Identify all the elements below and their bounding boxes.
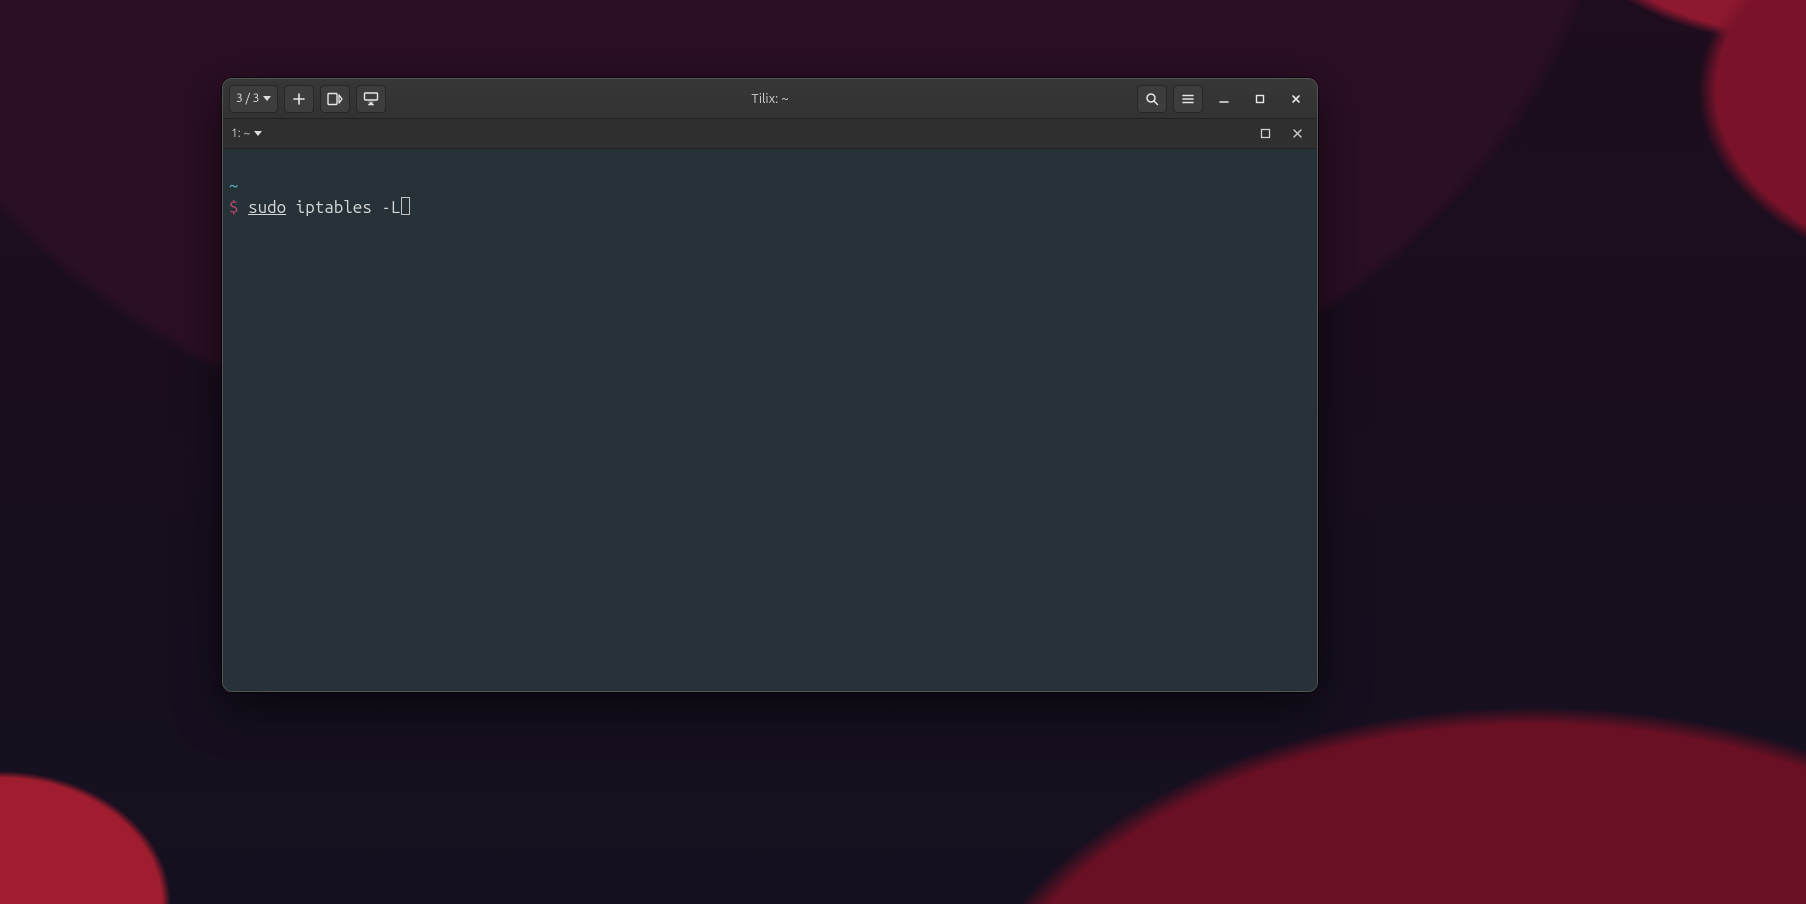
- minimize-icon: [1218, 93, 1230, 105]
- split-right-button[interactable]: [320, 85, 350, 113]
- terminal-tab-bar: 1: ~: [223, 119, 1317, 149]
- command-sudo: sudo: [248, 198, 286, 217]
- maximize-pane-icon: [1260, 128, 1271, 139]
- plus-icon: [292, 92, 306, 106]
- session-indicator-label: 3 / 3: [236, 92, 259, 105]
- prompt-symbol: $: [229, 198, 239, 217]
- maximize-icon: [1254, 93, 1266, 105]
- session-selector-button[interactable]: 3 / 3: [229, 85, 278, 113]
- hamburger-icon: [1181, 92, 1195, 106]
- hamburger-menu-button[interactable]: [1173, 85, 1203, 113]
- chevron-down-icon: [254, 131, 262, 136]
- terminal-cursor: [401, 197, 410, 215]
- tilix-window: 3 / 3 Tilix: ~: [222, 78, 1318, 692]
- search-button[interactable]: [1137, 85, 1167, 113]
- command-rest: iptables -L: [286, 198, 400, 217]
- terminal-command-line: $ sudo iptables -L: [229, 197, 1311, 219]
- close-icon: [1290, 93, 1302, 105]
- headerbar: 3 / 3 Tilix: ~: [223, 79, 1317, 119]
- chevron-down-icon: [263, 96, 271, 101]
- tab-close-button[interactable]: [1285, 122, 1309, 146]
- close-icon: [1292, 128, 1303, 139]
- close-window-button[interactable]: [1281, 85, 1311, 113]
- maximize-button[interactable]: [1245, 85, 1275, 113]
- tab-maximize-button[interactable]: [1253, 122, 1277, 146]
- minimize-button[interactable]: [1209, 85, 1239, 113]
- terminal-cwd-line: ~: [229, 175, 1311, 197]
- split-right-icon: [327, 92, 343, 106]
- prompt-cwd: ~: [229, 176, 239, 195]
- terminal-viewport[interactable]: ~ $ sudo iptables -L: [223, 149, 1317, 691]
- terminal-blank-line: [229, 153, 1311, 175]
- search-icon: [1145, 92, 1159, 106]
- split-down-button[interactable]: [356, 85, 386, 113]
- terminal-tab[interactable]: 1: ~: [231, 127, 262, 140]
- new-session-button[interactable]: [284, 85, 314, 113]
- split-down-icon: [363, 92, 379, 106]
- terminal-tab-label: 1: ~: [231, 127, 250, 140]
